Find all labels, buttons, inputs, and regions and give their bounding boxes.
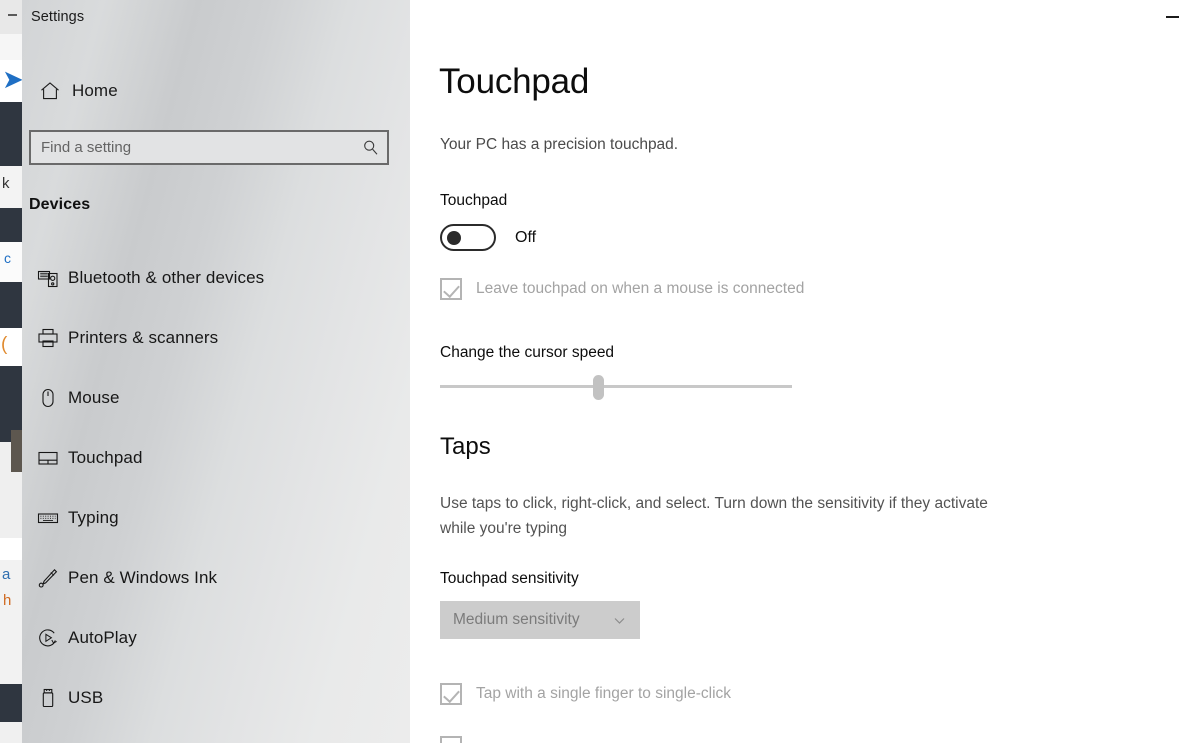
sidebar-item-home[interactable]: Home (28, 74, 404, 108)
search-box[interactable] (29, 130, 389, 165)
minimize-icon (1165, 15, 1179, 18)
background-window-minimize-icon (8, 14, 17, 16)
sidebar-item-pen-windows-ink[interactable]: Pen & Windows Ink (22, 558, 410, 598)
cursor-speed-slider[interactable] (440, 374, 792, 400)
toggle-knob (447, 230, 461, 245)
background-window-panel-3 (0, 282, 24, 328)
chevron-down-icon (612, 613, 627, 628)
sidebar-item-bluetooth-other-devices-label: Bluetooth & other devices (68, 268, 265, 287)
tap-single-finger-checkbox-row[interactable]: Tap with a single finger to single-click (440, 683, 731, 705)
bluetooth-devices-icon (28, 267, 68, 289)
taps-section-description: Use taps to click, right-click, and sele… (440, 495, 988, 537)
leave-touchpad-on-checkbox-label: Leave touchpad on when a mouse is connec… (476, 280, 805, 297)
touchpad-sensitivity-value: Medium sensitivity (453, 611, 580, 628)
background-window-row-1-text: k (2, 175, 10, 192)
sidebar-item-mouse-label: Mouse (68, 388, 120, 407)
background-window-panel-2 (0, 208, 24, 242)
touchpad-toggle-row: Off (440, 224, 536, 251)
touchpad-sensitivity-label: Touchpad sensitivity (440, 570, 579, 587)
home-icon (28, 80, 72, 102)
settings-window: Settings Home Find a setting Devices Blu… (22, 0, 1195, 743)
tap-single-finger-checkbox-label: Tap with a single finger to single-click (476, 685, 732, 702)
usb-icon (28, 687, 68, 709)
autoplay-icon (28, 627, 68, 649)
search-icon[interactable] (353, 139, 387, 156)
tap-single-finger-checkbox[interactable] (440, 683, 462, 705)
sidebar-item-printers-scanners[interactable]: Printers & scanners (22, 318, 410, 358)
cursor-speed-slider-track (440, 385, 792, 388)
touchpad-icon (28, 447, 68, 469)
background-window-row-2-text: c (4, 250, 11, 266)
background-window-row-6-text: a (2, 566, 11, 583)
precision-touchpad-note: Your PC has a precision touchpad. (440, 136, 679, 153)
mouse-icon (28, 387, 68, 409)
sidebar-group-heading-devices: Devices (29, 196, 91, 213)
background-window-titlebar (0, 0, 24, 34)
background-window-panel-5 (0, 684, 24, 722)
settings-sidebar: Settings Home Find a setting Devices Blu… (22, 0, 410, 743)
touchpad-toggle-state-label: Off (515, 228, 537, 246)
sidebar-item-home-label: Home (72, 81, 118, 100)
printer-icon (28, 327, 68, 349)
sidebar-item-autoplay[interactable]: AutoPlay (22, 618, 410, 658)
partial-checkbox-below-fold[interactable] (440, 736, 462, 743)
pen-icon (28, 567, 68, 589)
touchpad-toggle[interactable] (440, 224, 496, 251)
background-window-row-9 (0, 722, 24, 743)
sidebar-item-printers-scanners-label: Printers & scanners (68, 328, 219, 347)
background-window-toolbar (0, 34, 24, 60)
minimize-button[interactable] (1149, 0, 1195, 33)
sidebar-item-touchpad-label: Touchpad (68, 448, 143, 467)
keyboard-icon (28, 507, 68, 529)
page-title: Touchpad (439, 62, 590, 101)
sidebar-item-bluetooth-other-devices[interactable]: Bluetooth & other devices (22, 258, 410, 298)
sidebar-item-typing-label: Typing (68, 508, 119, 527)
background-window-row-5 (0, 538, 24, 560)
leave-touchpad-on-checkbox-row[interactable]: Leave touchpad on when a mouse is connec… (440, 278, 804, 300)
background-window-sliver[interactable]: ➤ k c ( a h (0, 0, 24, 743)
sidebar-item-mouse[interactable]: Mouse (22, 378, 410, 418)
window-title: Settings (31, 9, 85, 25)
touchpad-sensitivity-dropdown[interactable]: Medium sensitivity (440, 601, 640, 639)
sidebar-item-usb-label: USB (68, 688, 104, 707)
touchpad-section-label: Touchpad (440, 192, 508, 209)
sidebar-item-usb[interactable]: USB (22, 678, 410, 718)
settings-content-pane: Touchpad Your PC has a precision touchpa… (410, 0, 1195, 743)
sidebar-item-autoplay-label: AutoPlay (68, 628, 137, 647)
background-window-row-8 (0, 606, 24, 684)
search-input[interactable] (31, 139, 353, 156)
taps-section-heading: Taps (440, 433, 491, 460)
settings-app-window: ➤ k c ( a h Settings Home Find a setting… (0, 0, 1195, 743)
cursor-speed-slider-thumb[interactable] (592, 375, 604, 400)
sidebar-item-touchpad[interactable]: Touchpad (22, 438, 410, 478)
sidebar-nav-list: Bluetooth & other devices Printers & sca… (22, 258, 410, 738)
cursor-speed-label: Change the cursor speed (440, 344, 615, 361)
sidebar-item-pen-windows-ink-label: Pen & Windows Ink (68, 568, 218, 587)
background-window-logo-icon: ➤ (2, 68, 22, 92)
background-window-row-3-text: ( (1, 334, 8, 355)
background-window-panel-1 (0, 102, 24, 166)
leave-touchpad-on-checkbox[interactable] (440, 278, 462, 300)
sidebar-item-typing[interactable]: Typing (22, 498, 410, 538)
